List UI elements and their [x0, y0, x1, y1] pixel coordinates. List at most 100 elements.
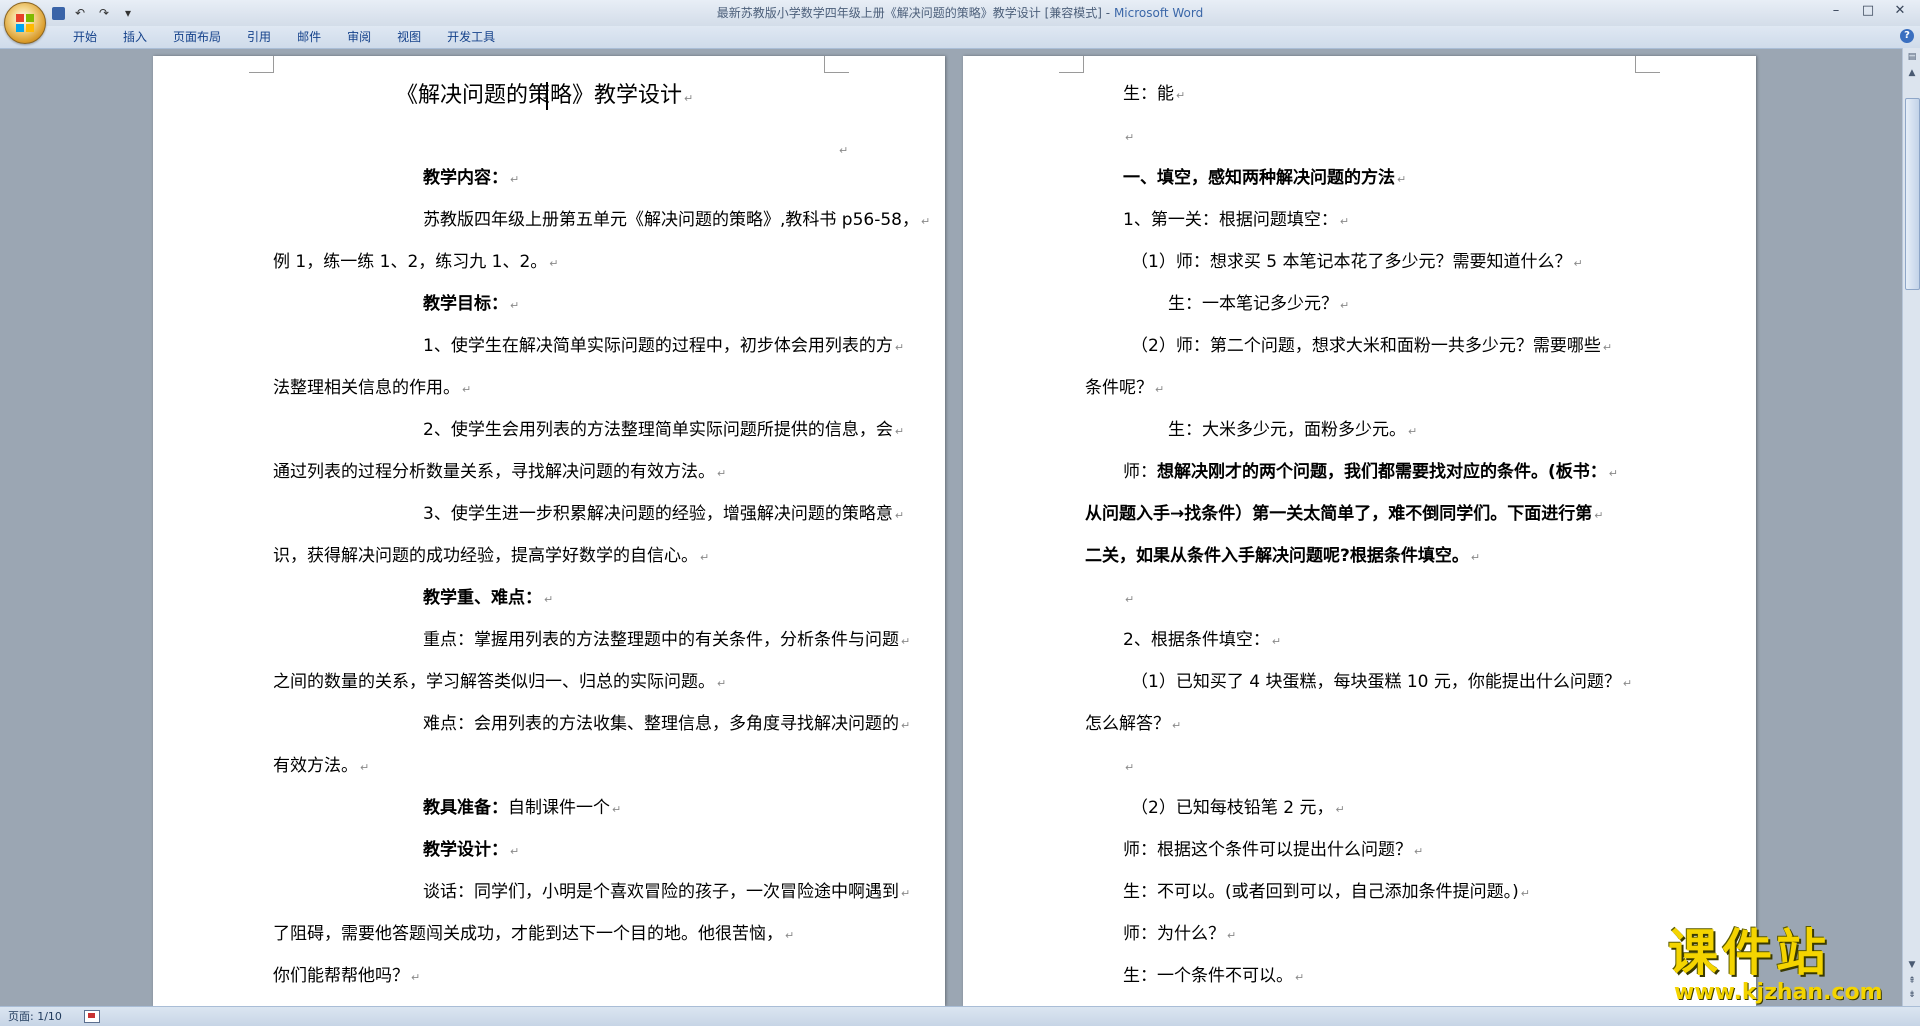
document-line: 生：不可以。(或者回到可以，自己添加条件提问题。) ↵: [1123, 881, 1530, 905]
paragraph-mark-icon: ↵: [839, 144, 849, 157]
paragraph-mark-icon: ↵: [1573, 257, 1583, 270]
document-line: 2、根据条件填空： ↵: [1123, 629, 1281, 653]
paragraph-mark-icon: ↵: [1608, 467, 1618, 480]
document-line: 你们能帮帮他吗？ ↵: [273, 965, 420, 989]
scroll-down-icon[interactable]: ▼: [1905, 958, 1919, 972]
body-text: （2）已知每枝铅笔 2 元，: [1131, 798, 1334, 818]
document-line: 怎么解答？ ↵: [1085, 713, 1181, 737]
document-line: 3、使学生进一步积累解决问题的经验，增强解决问题的策略意 ↵: [423, 503, 904, 527]
body-text: 你们能帮帮他吗？: [273, 966, 409, 986]
body-text: 3、使学生进一步积累解决问题的经验，增强解决问题的策略意: [423, 504, 893, 524]
page-corner-mark: [824, 56, 849, 73]
paragraph-mark-icon: ↵: [510, 299, 520, 312]
office-button[interactable]: [4, 2, 46, 44]
document-line: 师：根据这个条件可以提出什么问题？ ↵: [1123, 839, 1423, 863]
tab-references[interactable]: 引用: [234, 26, 284, 48]
body-text: 有效方法。: [273, 756, 358, 776]
document-page-left[interactable]: 《解决问题的策略》教学设计 ↵ ↵ 教学内容： ↵ 苏教版四年级上册第五单元《解决问题…: [153, 56, 945, 1006]
paragraph-mark-icon: ↵: [1155, 383, 1165, 396]
vertical-scrollbar[interactable]: ▤ ▲ ▼ ⇞ ⇟: [1902, 48, 1920, 1006]
bold-text: 教学设计：: [423, 840, 508, 860]
tab-page-layout[interactable]: 页面布局: [160, 26, 234, 48]
paragraph-mark-icon: ↵: [1594, 509, 1604, 522]
body-text: 谈话：同学们，小明是个喜欢冒险的孩子，一次冒险途中啊遇到: [423, 882, 899, 902]
next-page-icon[interactable]: ⇟: [1905, 988, 1919, 1002]
document-line: 教学重、难点： ↵: [423, 587, 553, 611]
paragraph-mark-icon: ↵: [1172, 719, 1182, 732]
paragraph-mark-icon: ↵: [549, 257, 559, 270]
body-text: 生：不可以。(或者回到可以，自己添加条件提问题。): [1123, 882, 1519, 902]
document-line: ↵: [1123, 587, 1134, 611]
paragraph-mark-icon: ↵: [1622, 677, 1633, 690]
document-line: 谈话：同学们，小明是个喜欢冒险的孩子，一次冒险途中啊遇到 ↵: [423, 881, 910, 905]
paragraph-mark-icon: ↵: [901, 635, 911, 648]
window-title: 最新苏教版小学数学四年级上册《解决问题的策略》教学设计 [兼容模式] - Mic…: [0, 0, 1920, 26]
app-name: Microsoft Word: [1113, 6, 1204, 20]
document-line: 有效方法。 ↵: [273, 755, 369, 779]
close-icon[interactable]: ✕: [1886, 2, 1914, 20]
body-text: （1）师：想求买 5 本笔记本花了多少元？需要知道什么？: [1131, 252, 1572, 272]
document-line: ↵: [1123, 125, 1134, 149]
document-heading: 《解决问题的策略》教学设计 ↵: [396, 85, 693, 110]
body-text: 生：大米多少元，面粉多少元。: [1168, 420, 1406, 440]
tab-review[interactable]: 审阅: [334, 26, 384, 48]
paragraph-mark-icon: ↵: [1125, 761, 1135, 774]
bold-text: 想解决刚才的两个问题，我们都需要找对应的条件。(板书：: [1157, 462, 1607, 482]
body-text: 师：根据这个条件可以提出什么问题？: [1123, 840, 1412, 860]
document-line: 法整理相关信息的作用。 ↵: [273, 377, 471, 401]
proofing-status-icon[interactable]: [84, 1010, 100, 1023]
document-line: （1）师：想求买 5 本笔记本花了多少元？需要知道什么？ ↵: [1131, 251, 1583, 275]
scroll-up-icon[interactable]: ▲: [1905, 66, 1919, 80]
bold-text: 教学内容：: [423, 168, 508, 188]
minimize-icon[interactable]: –: [1822, 2, 1850, 20]
tab-developer[interactable]: 开发工具: [434, 26, 508, 48]
paragraph-mark-icon: ↵: [684, 92, 694, 105]
previous-page-icon[interactable]: ⇞: [1905, 974, 1919, 988]
watermark-url: www.kjzhan.com: [1674, 980, 1883, 1005]
document-line: 师：为什么？ ↵: [1123, 923, 1236, 947]
paragraph-mark-icon: ↵: [717, 677, 727, 690]
paragraph-mark-icon: ↵: [1397, 173, 1407, 186]
page-corner-mark: [1059, 56, 1084, 73]
body-text: 条件呢？: [1085, 378, 1153, 398]
paragraph-mark-icon: ↵: [1295, 971, 1305, 984]
paragraph-mark-icon: ↵: [1520, 887, 1530, 900]
tab-insert[interactable]: 插入: [110, 26, 160, 48]
scrollbar-thumb[interactable]: [1905, 98, 1920, 290]
paragraph-mark-icon: ↵: [411, 971, 421, 984]
tab-mailings[interactable]: 邮件: [284, 26, 334, 48]
ribbon-tabs: 开始 插入 页面布局 引用 邮件 审阅 视图 开发工具: [60, 26, 508, 48]
document-line: （1）已知买了 4 块蛋糕，每块蛋糕 10 元，你能提出什么问题？ ↵: [1131, 671, 1632, 695]
body-text: （2）师：第二个问题，想求大米和面粉一共多少元？需要哪些: [1131, 336, 1601, 356]
ruler-toggle-icon[interactable]: ▤: [1905, 50, 1919, 64]
window-controls: – □ ✕: [1822, 2, 1914, 20]
tab-home[interactable]: 开始: [60, 26, 110, 48]
maximize-icon[interactable]: □: [1854, 2, 1882, 20]
bold-text: 教学目标：: [423, 294, 508, 314]
status-bar: 页面: 1/10: [0, 1006, 1920, 1026]
paragraph-mark-icon: ↵: [894, 341, 905, 354]
document-line: （2）师：第二个问题，想求大米和面粉一共多少元？需要哪些 ↵: [1131, 335, 1612, 359]
document-line: 从问题入手→找条件）第一关太简单了，难不倒同学们。下面进行第 ↵: [1085, 503, 1603, 527]
paragraph-mark-icon: ↵: [510, 845, 520, 858]
document-line: 教具准备：自制课件一个 ↵: [423, 797, 621, 821]
paragraph-mark-icon: ↵: [1176, 89, 1186, 102]
paragraph-mark-icon: ↵: [894, 425, 905, 438]
body-text: 师：: [1123, 462, 1157, 482]
document-page-right[interactable]: 生：能 ↵ ↵ 一、填空，感知两种解决问题的方法 ↵ 1、第一关：根据问题填空： ↵ （1）师…: [963, 56, 1756, 1006]
paragraph-mark-icon: ↵: [1271, 635, 1282, 648]
tab-view[interactable]: 视图: [384, 26, 434, 48]
help-icon[interactable]: ?: [1900, 29, 1914, 43]
watermark-logo: 课件站: [1668, 924, 1830, 982]
document-line: 之间的数量的关系，学习解答类似归一、归总的实际问题。 ↵: [273, 671, 726, 695]
bold-text: 教具准备：: [423, 798, 508, 818]
page-indicator[interactable]: 页面: 1/10: [8, 1007, 62, 1026]
ribbon: 开始 插入 页面布局 引用 邮件 审阅 视图 开发工具 ?: [0, 26, 1920, 49]
body-text: 生：一本笔记多少元？: [1168, 294, 1338, 314]
paragraph-mark-icon: ↵: [901, 887, 911, 900]
document-line: （2）已知每枝铅笔 2 元， ↵: [1131, 797, 1345, 821]
document-line: 二关，如果从条件入手解决问题呢?根据条件填空。 ↵: [1085, 545, 1480, 569]
document-line: 教学设计： ↵: [423, 839, 519, 863]
paragraph-mark-icon: ↵: [894, 509, 905, 522]
body-text: （1）已知买了 4 块蛋糕，每块蛋糕 10 元，你能提出什么问题？: [1131, 672, 1621, 692]
